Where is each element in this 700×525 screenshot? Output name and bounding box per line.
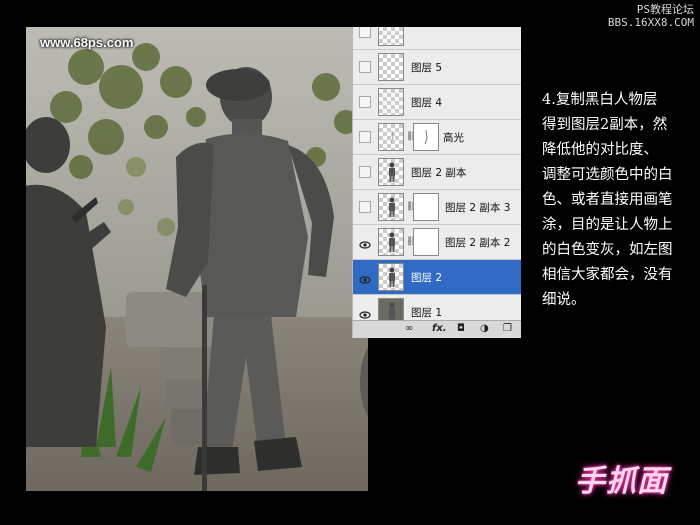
fx-icon[interactable]: fx. <box>432 323 447 334</box>
layer-row[interactable]: ⛓ 高光 <box>353 120 521 155</box>
visibility-toggle[interactable] <box>359 61 371 73</box>
layer-name: 图层 2 副本 2 <box>445 237 511 249</box>
photo-scene <box>26 27 368 491</box>
visibility-toggle[interactable] <box>359 27 371 38</box>
layer-thumbnail <box>378 263 404 291</box>
description-line: 相信大家都会，没有 <box>542 267 673 283</box>
tutorial-description: 4.复制黑白人物层 得到图层2副本，然 降低他的对比度、 调整可选颜色中的白 色、或者直… <box>542 88 690 313</box>
layer-row[interactable]: ⛓ 图层 2 副本 3 <box>353 190 521 225</box>
description-line: 色、或者直接用画笔 <box>542 192 673 208</box>
layer-mask-thumbnail[interactable] <box>413 228 439 256</box>
layer-name: 图层 2 副本 3 <box>445 202 511 214</box>
layer-name: 图层 5 <box>411 62 443 74</box>
layer-thumbnail <box>378 123 404 151</box>
description-line: 涂，目的是让人物上 <box>542 217 673 233</box>
forum-watermark: PS教程论坛 BBS.16XX8.COM <box>608 3 694 29</box>
visibility-toggle[interactable] <box>359 166 371 178</box>
layer-thumbnail <box>378 53 404 81</box>
watermark-line2: BBS.16XX8.COM <box>607 16 694 29</box>
layer-thumbnail <box>378 193 404 221</box>
layer-row[interactable]: 图层 2 副本 <box>353 155 521 190</box>
layer-row[interactable] <box>353 27 521 50</box>
layer-row[interactable]: 图层 2 <box>353 260 521 295</box>
adjustment-icon[interactable]: ◑ <box>480 323 489 334</box>
layer-mask-thumbnail[interactable] <box>413 123 439 151</box>
layers-panel[interactable]: 图层 5 图层 4 ⛓ 高光 图层 2 副本 ⛓ 图层 2 副本 3 ⛓ 图层 2 副本 2 图层… <box>352 27 521 338</box>
mask-icon[interactable]: ◘ <box>457 323 465 334</box>
description-line: 得到图层2副本，然 <box>542 117 668 133</box>
description-line: 降低他的对比度、 <box>542 142 658 158</box>
layer-thumbnail <box>378 88 404 116</box>
layer-name: 图层 1 <box>411 307 443 319</box>
description-line: 4.复制黑白人物层 <box>542 92 658 108</box>
site-url-watermark: www.68ps.com <box>40 35 134 50</box>
layer-row[interactable]: ⛓ 图层 2 副本 2 <box>353 225 521 260</box>
link-icon[interactable]: ∞ <box>405 323 413 334</box>
layer-name: 图层 2 <box>411 272 443 284</box>
statue-photo: www.68ps.com <box>26 27 368 491</box>
eye-icon[interactable] <box>359 306 371 319</box>
layer-name: 图层 4 <box>411 97 443 109</box>
brand-logo: 手抓面 <box>575 464 668 499</box>
new-layer-icon[interactable]: ❐ <box>503 323 512 334</box>
visibility-toggle[interactable] <box>359 96 371 108</box>
layer-thumbnail <box>378 27 404 46</box>
description-line: 调整可选颜色中的白 <box>542 167 673 183</box>
description-line: 细说。 <box>542 292 586 308</box>
layer-name: 图层 2 副本 <box>411 167 467 179</box>
layer-thumbnail <box>378 228 404 256</box>
eye-icon[interactable] <box>359 271 371 284</box>
layers-panel-footer: ∞ fx. ◘ ◑ ❐ <box>353 320 521 338</box>
layer-name: 高光 <box>443 132 464 144</box>
layer-row[interactable]: 图层 4 <box>353 85 521 120</box>
description-line: 的白色变灰，如左图 <box>542 242 673 258</box>
layer-mask-thumbnail[interactable] <box>413 193 439 221</box>
layer-thumbnail <box>378 158 404 186</box>
watermark-line1: PS教程论坛 <box>636 3 694 16</box>
layer-row[interactable]: 图层 5 <box>353 50 521 85</box>
eye-icon[interactable] <box>359 236 371 249</box>
visibility-toggle[interactable] <box>359 131 371 143</box>
visibility-toggle[interactable] <box>359 201 371 213</box>
